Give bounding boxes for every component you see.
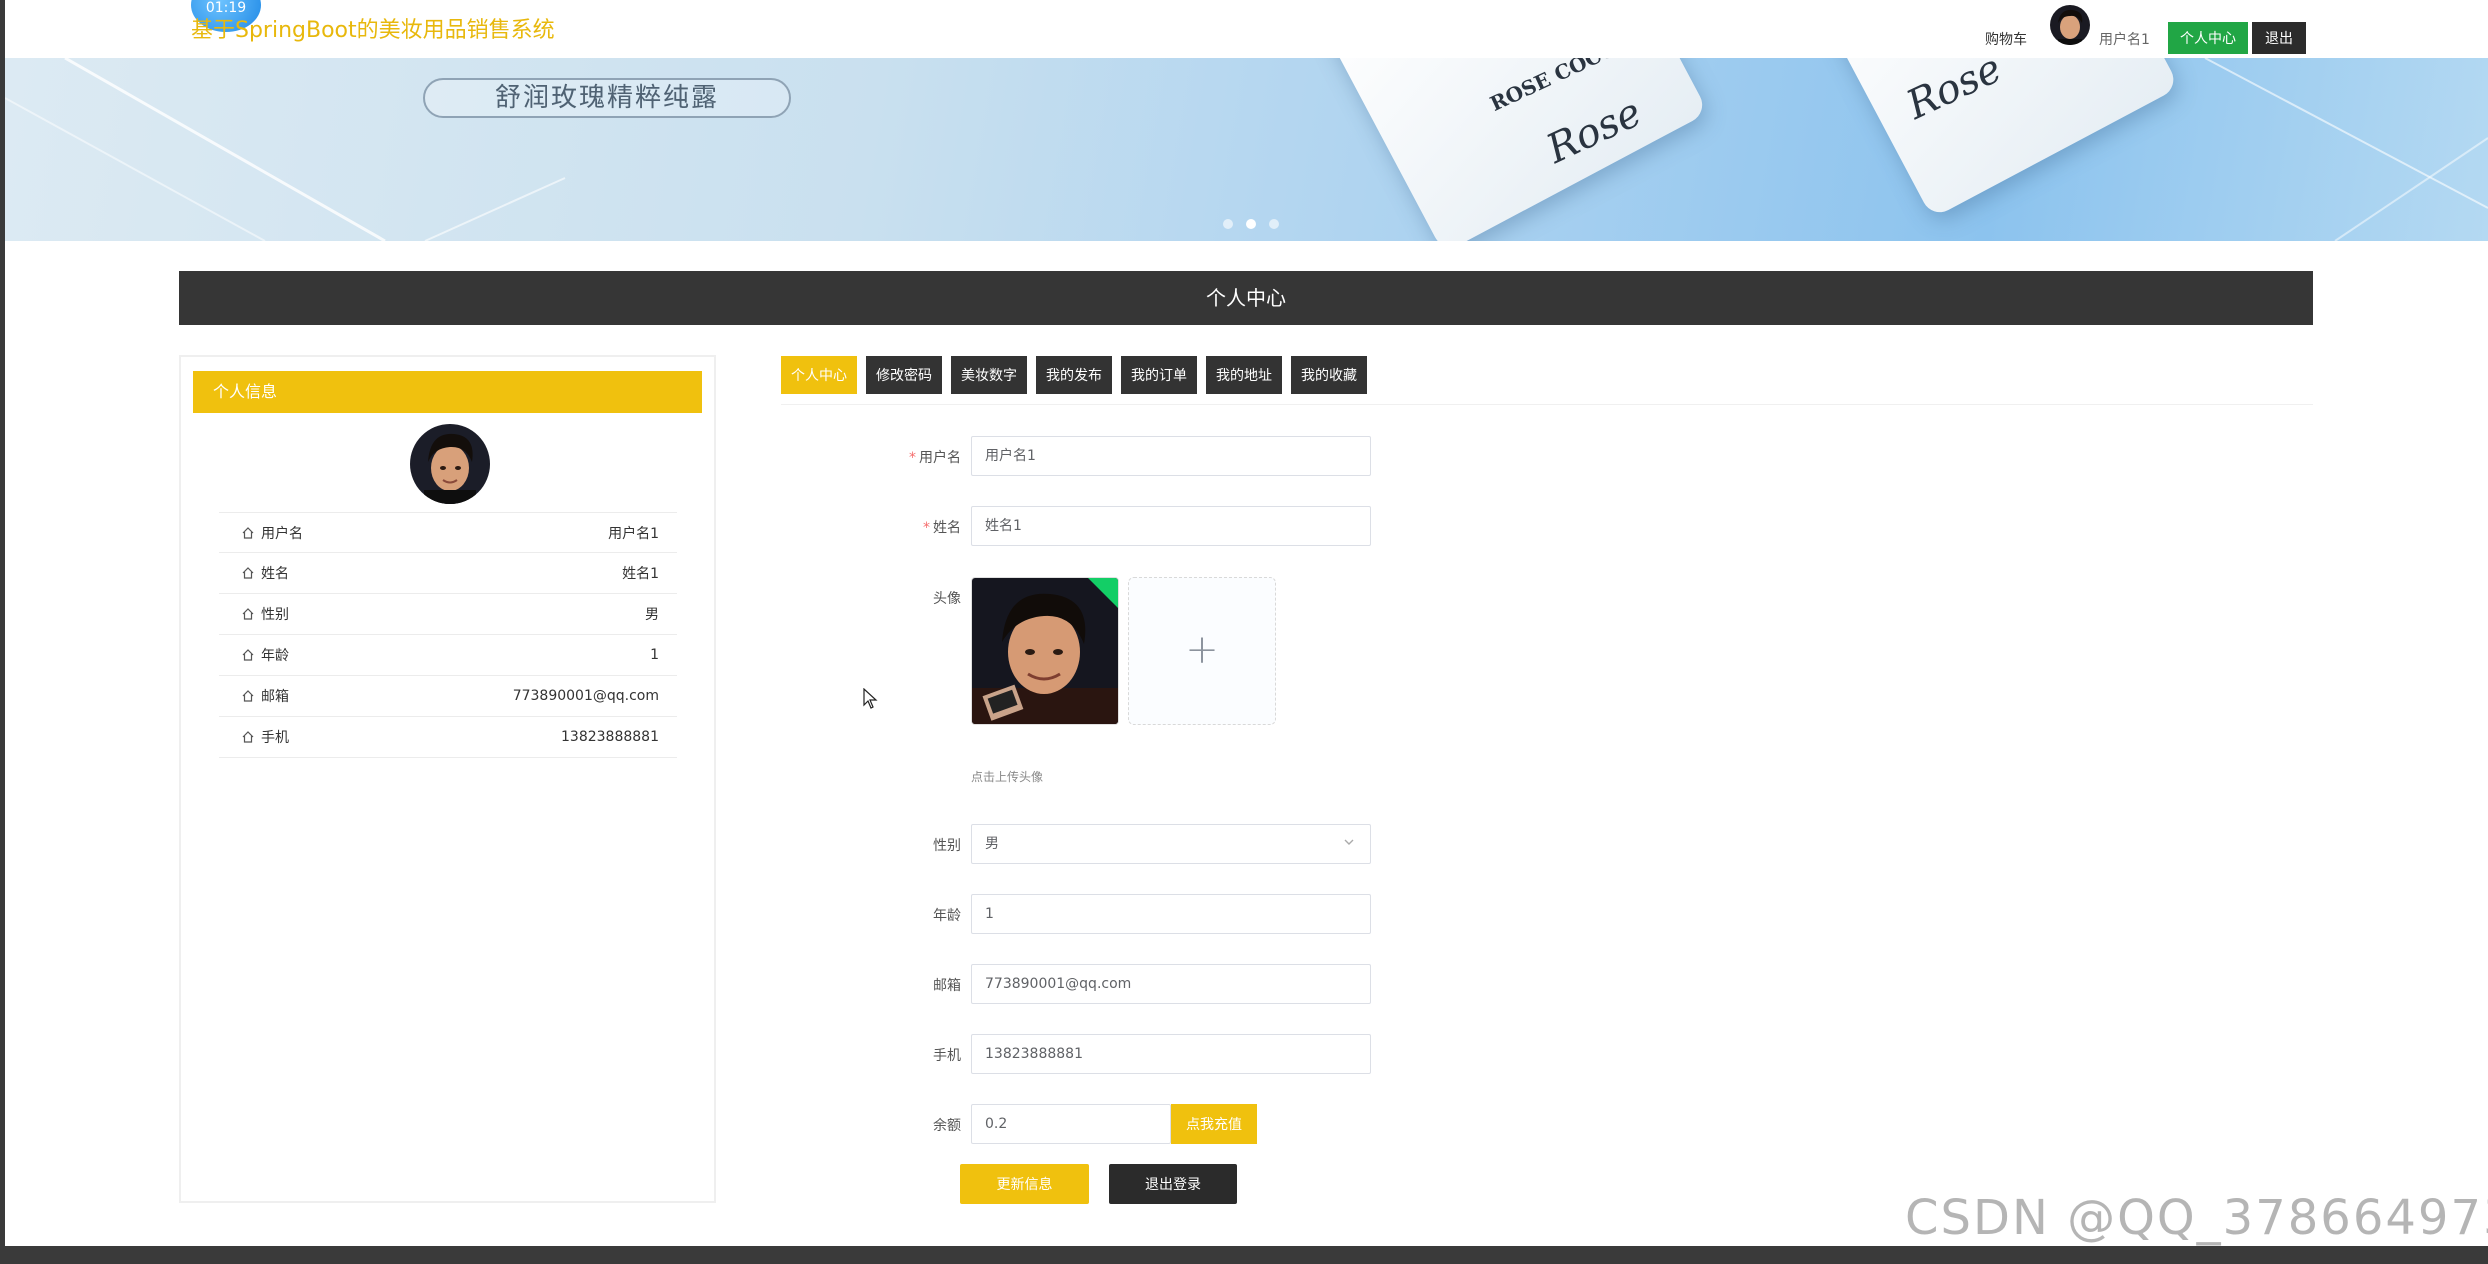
carousel-dots[interactable] [1223,214,1287,233]
tab-change-password[interactable]: 修改密码 [866,356,942,394]
info-key: 邮箱 [261,689,289,705]
tab-personal-center[interactable]: 个人中心 [781,356,857,394]
section-title: 个人中心 [179,271,2313,325]
info-value: 1 [650,647,659,663]
balance-input[interactable]: 0.2 [971,1104,1171,1144]
tab-my-orders[interactable]: 我的订单 [1121,356,1197,394]
banner-tagline: 舒润玫瑰精粹纯露 [423,78,791,118]
info-value: 用户名1 [608,525,659,542]
phone-input[interactable]: 13823888881 [971,1034,1371,1074]
header-logout-button[interactable]: 退出 [2252,22,2306,54]
gender-selected-value: 男 [985,836,999,852]
info-key: 姓名 [261,566,289,582]
tab-my-posts[interactable]: 我的发布 [1036,356,1112,394]
page: 01:19 基于SpringBoot的美妆用品销售系统 购物车 用户名1 个人中… [5,0,2488,1246]
chevron-down-icon [1344,839,1354,845]
info-row-phone: 手机 13823888881 [219,717,677,758]
home-icon [242,649,254,661]
username-label: * 用户名 [841,447,961,467]
info-card-title: 个人信息 [193,371,702,413]
info-key: 年龄 [261,648,289,664]
info-value: 13823888881 [561,729,659,745]
update-info-button[interactable]: 更新信息 [960,1164,1089,1204]
home-icon [242,731,254,743]
avatar-upload-button[interactable]: + [1128,577,1276,725]
tab-my-address[interactable]: 我的地址 [1206,356,1282,394]
carousel-dot[interactable] [1269,219,1280,229]
logout-button[interactable]: 退出登录 [1109,1164,1237,1204]
info-row-age: 年龄 1 [219,635,677,676]
profile-tabs: 个人中心 修改密码 美妆数字 我的发布 我的订单 我的地址 我的收藏 [781,356,1367,394]
tab-my-favorites[interactable]: 我的收藏 [1291,356,1367,394]
tabs-divider [781,404,2313,405]
info-row-email: 邮箱 773890001@qq.com [219,676,677,717]
info-avatar [410,424,490,504]
info-row-username: 用户名 用户名1 [219,512,677,553]
recharge-button[interactable]: 点我充值 [1171,1104,1257,1144]
name-label-text: 姓名 [933,520,961,536]
avatar-label: 头像 [933,591,961,607]
home-icon [242,690,254,702]
email-input[interactable]: 773890001@qq.com [971,964,1371,1004]
carousel-dot[interactable] [1246,219,1257,229]
home-icon [242,526,254,539]
age-input[interactable]: 1 [971,894,1371,934]
gender-label: 性别 [933,838,961,854]
required-asterisk: * [909,450,916,466]
cart-link[interactable]: 购物车 [1985,29,2027,49]
info-row-gender: 性别 男 [219,594,677,635]
info-value: 773890001@qq.com [512,688,659,704]
header-username[interactable]: 用户名1 [2099,29,2150,49]
name-label: * 姓名 [841,517,961,537]
info-key: 性别 [261,607,289,623]
site-title[interactable]: 基于SpringBoot的美妆用品销售系统 [191,12,555,44]
mouse-cursor-icon [863,688,878,709]
email-label: 邮箱 [933,978,961,994]
info-key: 手机 [261,730,289,746]
header-avatar[interactable] [2050,5,2090,45]
personal-center-button[interactable]: 个人中心 [2168,22,2248,54]
phone-label: 手机 [933,1048,961,1064]
age-label: 年龄 [933,908,961,924]
carousel-dot[interactable] [1223,219,1233,229]
username-label-text: 用户名 [919,450,961,466]
tab-beauty-digital[interactable]: 美妆数字 [951,356,1027,394]
home-icon [242,608,254,620]
balance-label: 余额 [933,1118,961,1134]
name-input[interactable]: 姓名1 [971,506,1371,546]
personal-info-card: 个人信息 用户名 用户名1 姓名 姓名1 性别 男 年龄 1 邮箱 773890… [179,355,716,1203]
info-key: 用户名 [261,525,303,542]
info-list: 用户名 用户名1 姓名 姓名1 性别 男 年龄 1 邮箱 773890001@q… [219,512,677,758]
upload-hint: 点击上传头像 [971,770,1044,784]
banner-carousel[interactable]: 舒润玫瑰精粹纯露 Rose ROSE COCO Rose [5,58,2488,241]
username-input[interactable]: 用户名1 [971,436,1371,476]
info-value: 男 [645,607,659,623]
uploaded-avatar-thumb[interactable] [971,577,1119,725]
csdn-watermark: CSDN @QQ_3786649731 [1905,1190,2488,1246]
info-value: 姓名1 [622,566,659,582]
gender-select[interactable]: 男 [971,824,1371,864]
home-icon [242,567,254,579]
info-row-name: 姓名 姓名1 [219,553,677,594]
bottom-bar [0,1246,2488,1264]
required-asterisk: * [923,520,930,536]
